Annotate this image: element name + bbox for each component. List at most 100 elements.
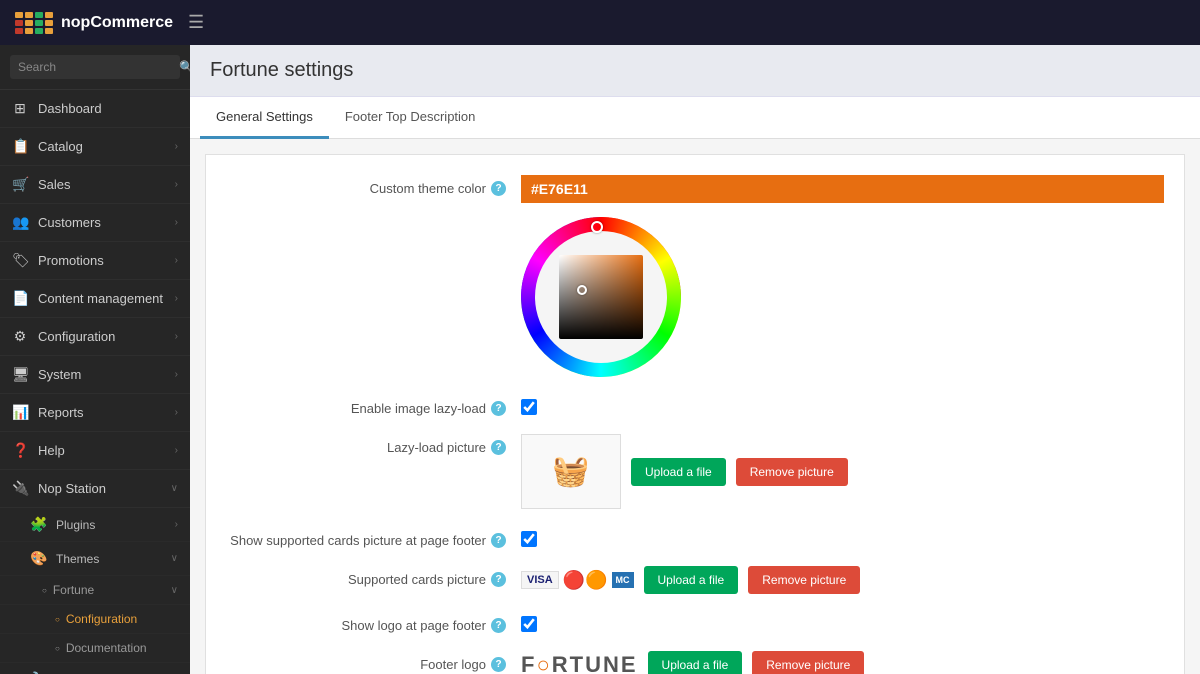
mastercard: 🔴🟠 bbox=[563, 570, 608, 591]
logo-dots bbox=[15, 12, 53, 34]
cards-picture-label: Supported cards picture bbox=[348, 572, 486, 587]
form-row-show-logo: Show logo at page footer ? bbox=[226, 612, 1164, 633]
chevron-down-icon: ∨ bbox=[171, 553, 178, 564]
lazy-picture-upload-button[interactable]: Upload a file bbox=[631, 458, 726, 486]
sidebar-item-plugins[interactable]: 🧩 Plugins › bbox=[0, 508, 190, 542]
tab-footer[interactable]: Footer Top Description bbox=[329, 97, 492, 139]
form-row-lazy-load: Enable image lazy-load ? bbox=[226, 395, 1164, 416]
sidebar-item-customers[interactable]: 👥 Customers › bbox=[0, 204, 190, 242]
sidebar-item-catalog[interactable]: 📋 Catalog › bbox=[0, 128, 190, 166]
form-row-color: Custom theme color ? #E76E11 bbox=[226, 175, 1164, 377]
tab-general[interactable]: General Settings bbox=[200, 97, 329, 139]
sidebar-item-themes[interactable]: 🎨 Themes ∨ bbox=[0, 542, 190, 576]
chevron-right-icon: › bbox=[175, 407, 178, 418]
form-label-lazy-load: Enable image lazy-load ? bbox=[226, 395, 506, 416]
form-row-footer-logo: Footer logo ? F○RTUNE Upload a file Remo… bbox=[226, 651, 1164, 674]
basket-icon: 🧺 bbox=[552, 454, 589, 489]
form-control-color: #E76E11 bbox=[521, 175, 1164, 377]
sidebar-item-label: Help bbox=[38, 443, 65, 458]
page-header: Fortune settings bbox=[190, 45, 1200, 97]
sidebar-item-content[interactable]: 📄 Content management › bbox=[0, 280, 190, 318]
fortune-logo-preview: F○RTUNE bbox=[521, 652, 638, 674]
reports-icon: 📊 bbox=[12, 404, 28, 421]
chevron-right-icon: › bbox=[175, 255, 178, 266]
chevron-right-icon: › bbox=[175, 179, 178, 190]
show-logo-checkbox[interactable] bbox=[521, 616, 537, 632]
settings-panel: Custom theme color ? #E76E11 bbox=[205, 154, 1185, 674]
search-input[interactable] bbox=[18, 60, 173, 74]
help-icon-lazy-load[interactable]: ? bbox=[491, 401, 506, 416]
form-row-lazy-picture: Lazy-load picture ? 🧺 Upload a file Remo… bbox=[226, 434, 1164, 509]
form-label-show-logo: Show logo at page footer ? bbox=[226, 612, 506, 633]
sidebar-item-label: Documentation bbox=[66, 641, 147, 655]
form-label-footer-logo: Footer logo ? bbox=[226, 651, 506, 672]
lazy-picture-remove-button[interactable]: Remove picture bbox=[736, 458, 848, 486]
sidebar-item-nop-station[interactable]: 🔌 Nop Station ∨ bbox=[0, 470, 190, 508]
system-icon: 🖥 bbox=[12, 366, 28, 383]
sidebar-item-help[interactable]: ❓ Help › bbox=[0, 432, 190, 470]
help-icon-supported-cards[interactable]: ? bbox=[491, 533, 506, 548]
supported-cards-label: Show supported cards picture at page foo… bbox=[230, 533, 486, 548]
sidebar-item-configuration-sub[interactable]: ○ Configuration bbox=[0, 605, 190, 634]
circle-icon: ○ bbox=[55, 615, 60, 624]
sidebar-item-label: Catalog bbox=[38, 139, 83, 154]
form-control-lazy-load bbox=[521, 395, 1164, 415]
sidebar-item-documentation-sub[interactable]: ○ Documentation bbox=[0, 634, 190, 663]
sidebar-item-core-settings[interactable]: 🔧 Core settings › bbox=[0, 663, 190, 674]
help-icon: ❓ bbox=[12, 442, 28, 459]
lazy-load-checkbox[interactable] bbox=[521, 399, 537, 415]
color-value-bar[interactable]: #E76E11 bbox=[521, 175, 1164, 203]
color-wheel[interactable] bbox=[521, 217, 681, 377]
search-box: 🔍 bbox=[0, 45, 190, 90]
form-control-footer-logo: F○RTUNE Upload a file Remove picture bbox=[521, 651, 1164, 674]
catalog-icon: 📋 bbox=[12, 138, 28, 155]
lazy-picture-preview: 🧺 bbox=[521, 434, 621, 509]
sidebar-item-fortune[interactable]: ○ Fortune ∨ bbox=[0, 576, 190, 605]
sidebar-item-configuration[interactable]: ⚙ Configuration › bbox=[0, 318, 190, 356]
promotions-icon: 🏷 bbox=[12, 252, 28, 269]
plugins-icon: 🧩 bbox=[30, 516, 46, 533]
footer-logo-upload-button[interactable]: Upload a file bbox=[648, 651, 743, 674]
page-title: Fortune settings bbox=[210, 59, 1180, 82]
chevron-right-icon: › bbox=[175, 293, 178, 304]
nop-station-icon: 🔌 bbox=[12, 480, 28, 497]
cards-image: VISA 🔴🟠 MC bbox=[521, 570, 634, 591]
sidebar-item-reports[interactable]: 📊 Reports › bbox=[0, 394, 190, 432]
sidebar-item-dashboard[interactable]: ⊞ Dashboard bbox=[0, 90, 190, 128]
main-content: Fortune settings General Settings Footer… bbox=[190, 45, 1200, 674]
color-square-cursor bbox=[577, 285, 587, 295]
sidebar-item-label: Content management bbox=[38, 291, 163, 306]
form-control-supported-cards bbox=[521, 527, 1164, 547]
form-label-cards-picture: Supported cards picture ? bbox=[226, 566, 506, 587]
sidebar-item-label: Nop Station bbox=[38, 481, 106, 496]
tabs-bar: General Settings Footer Top Description bbox=[190, 97, 1200, 139]
cards-picture-remove-button[interactable]: Remove picture bbox=[748, 566, 860, 594]
sidebar-item-label: Configuration bbox=[66, 612, 137, 626]
circle-icon: ○ bbox=[55, 644, 60, 653]
sidebar-item-sales[interactable]: 🛒 Sales › bbox=[0, 166, 190, 204]
sidebar-item-label: Configuration bbox=[38, 329, 115, 344]
help-icon-footer-logo[interactable]: ? bbox=[491, 657, 506, 672]
form-label-lazy-picture: Lazy-load picture ? bbox=[226, 434, 506, 455]
sidebar-item-label: System bbox=[38, 367, 81, 382]
color-ring-cursor bbox=[591, 221, 603, 233]
chevron-down-icon: ∨ bbox=[171, 585, 178, 596]
chevron-right-icon: › bbox=[175, 369, 178, 380]
circle-icon: ○ bbox=[42, 586, 47, 595]
hamburger-icon[interactable]: ☰ bbox=[188, 12, 204, 33]
help-icon-show-logo[interactable]: ? bbox=[491, 618, 506, 633]
footer-logo-remove-button[interactable]: Remove picture bbox=[752, 651, 864, 674]
help-icon-lazy-picture[interactable]: ? bbox=[491, 440, 506, 455]
help-icon-color[interactable]: ? bbox=[491, 181, 506, 196]
sidebar-item-label: Sales bbox=[38, 177, 71, 192]
form-control-lazy-picture: 🧺 Upload a file Remove picture bbox=[521, 434, 1164, 509]
sidebar-item-system[interactable]: 🖥 System › bbox=[0, 356, 190, 394]
sidebar-item-promotions[interactable]: 🏷 Promotions › bbox=[0, 242, 190, 280]
sidebar: 🔍 ⊞ Dashboard 📋 Catalog › 🛒 Sales › bbox=[0, 45, 190, 674]
help-icon-cards-picture[interactable]: ? bbox=[491, 572, 506, 587]
topbar: nopCommerce ☰ bbox=[0, 0, 1200, 45]
visa-card: VISA bbox=[521, 571, 559, 589]
dashboard-icon: ⊞ bbox=[12, 100, 28, 117]
supported-cards-checkbox[interactable] bbox=[521, 531, 537, 547]
cards-picture-upload-button[interactable]: Upload a file bbox=[644, 566, 739, 594]
